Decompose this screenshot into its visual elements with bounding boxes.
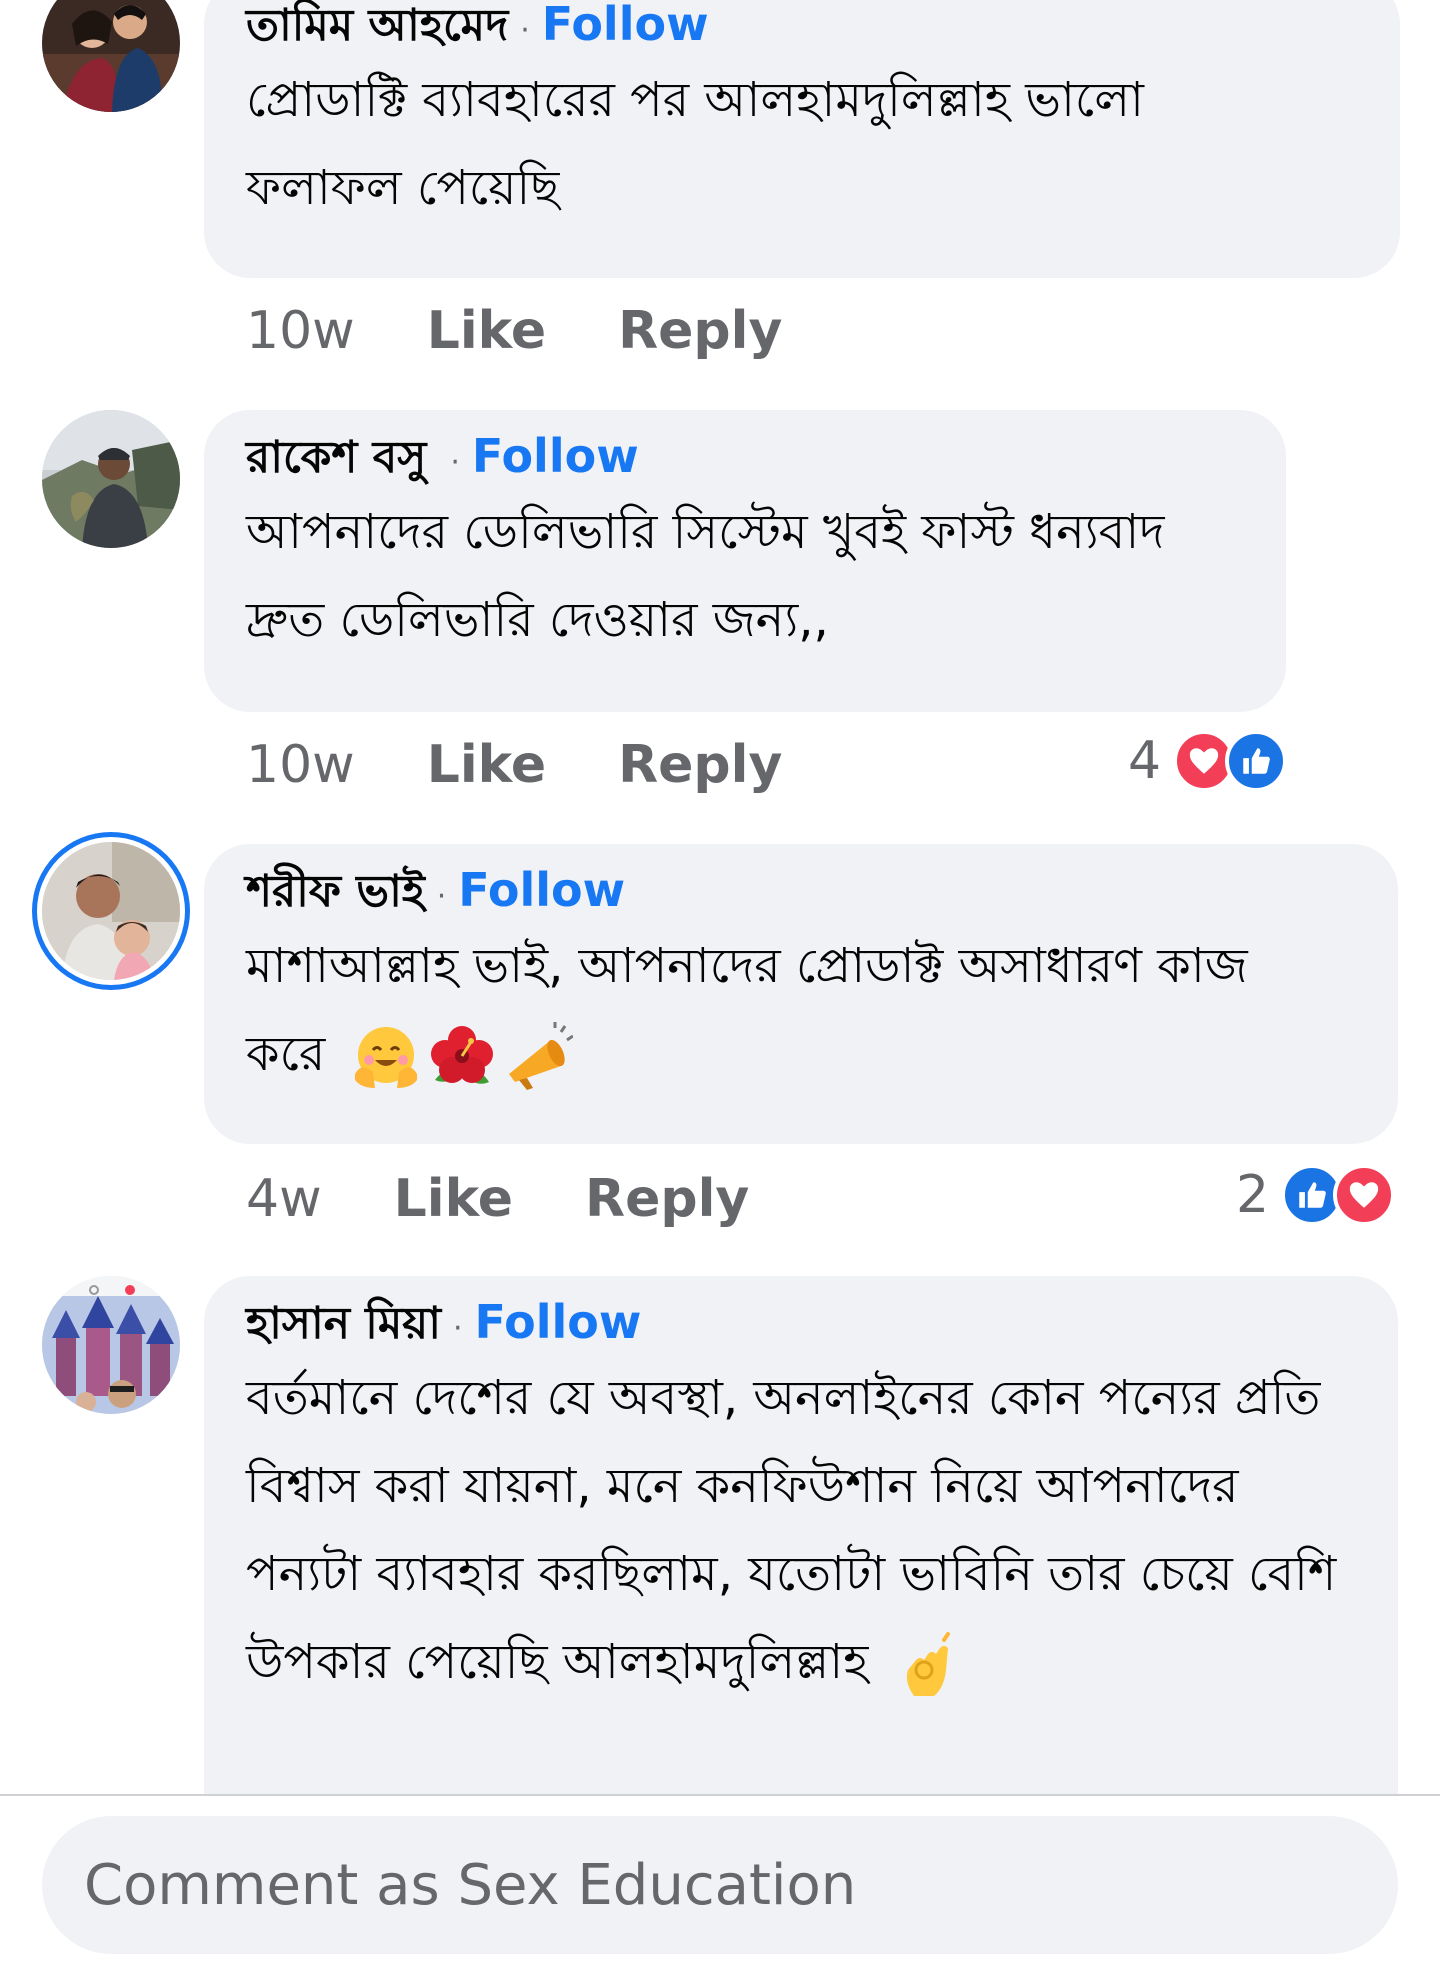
author-name[interactable]: শরীফ ভাই <box>246 860 425 924</box>
separator-dot: · <box>452 1311 463 1346</box>
couple-photo-avatar <box>42 0 180 112</box>
like-button[interactable]: Like <box>394 1169 513 1229</box>
follow-button[interactable]: Follow <box>458 858 625 922</box>
castle-selfie-avatar <box>42 1276 180 1414</box>
comment-header: শরীফ ভাই · Follow <box>246 858 1358 922</box>
comment-text: আপনাদের ডেলিভারি সিস্টেম খুবই ফাস্ট ধন্য… <box>246 504 1165 648</box>
author-name[interactable]: তামিম আহমেদ <box>246 0 508 58</box>
comment-header: রাকেশ বসু · Follow <box>246 424 1246 488</box>
author-name[interactable]: রাকেশ বসু <box>246 426 426 490</box>
separator-dot: · <box>450 445 460 480</box>
avatar[interactable] <box>42 410 180 548</box>
comment-actions: 10w Like Reply <box>246 730 854 800</box>
comment-text: বর্তমানে দেশের যে অবস্থা, অনলাইনের কোন প… <box>246 1354 1346 1706</box>
comment-bubble: হাসান মিয়া · Follow বর্তমানে দেশের যে অ… <box>204 1276 1398 1796</box>
comment-timestamp[interactable]: 4w <box>246 1169 322 1229</box>
like-button[interactable]: Like <box>427 301 546 361</box>
comment-timestamp[interactable]: 10w <box>246 735 355 795</box>
follow-button[interactable]: Follow <box>472 424 639 488</box>
composer-placeholder: Comment as Sex Education <box>84 1852 857 1918</box>
reaction-summary[interactable]: 2 <box>1236 1160 1396 1230</box>
follow-button[interactable]: Follow <box>475 1290 642 1354</box>
ok-hand-emoji <box>894 1630 964 1700</box>
follow-button[interactable]: Follow <box>542 0 709 56</box>
author-name[interactable]: হাসান মিয়া <box>246 1292 441 1356</box>
hugging-face-emoji <box>351 1022 421 1092</box>
avatar[interactable] <box>42 1276 180 1414</box>
composer-divider <box>0 1794 1440 1796</box>
comment-bubble: রাকেশ বসু · Follow আপনাদের ডেলিভারি সিস্… <box>204 410 1286 712</box>
like-reaction-icon <box>1225 730 1288 792</box>
comment-text-content: বর্তমানে দেশের যে অবস্থা, অনলাইনের কোন প… <box>246 1370 1337 1690</box>
reaction-summary[interactable]: 4 <box>1128 726 1288 796</box>
man-with-fish-avatar <box>42 410 180 548</box>
love-reaction-icon <box>1333 1164 1396 1226</box>
emoji-row <box>894 1630 970 1700</box>
comments-feed[interactable]: তামিম আহমেদ · Follow প্রোডাক্টি ব্যাবহার… <box>0 0 1440 1796</box>
avatar[interactable] <box>42 0 180 112</box>
father-child-avatar <box>42 842 180 980</box>
comment-actions: 4w Like Reply <box>246 1164 821 1234</box>
reply-button[interactable]: Reply <box>618 735 782 795</box>
comment-bubble: শরীফ ভাই · Follow মাশাআল্লাহ ভাই, আপনাদে… <box>204 844 1398 1144</box>
reaction-count: 2 <box>1236 1165 1270 1225</box>
separator-dot: · <box>436 879 447 914</box>
comment-composer-input[interactable]: Comment as Sex Education <box>42 1816 1398 1954</box>
reply-button[interactable]: Reply <box>618 301 782 361</box>
comment-text: প্রোডাক্টি ব্যাবহারের পর আলহামদুলিল্লাহ … <box>246 72 1144 216</box>
avatar[interactable] <box>42 842 180 980</box>
comment-header: হাসান মিয়া · Follow <box>246 1290 1358 1354</box>
comment-timestamp[interactable]: 10w <box>246 301 355 361</box>
comment-text: মাশাআল্লাহ ভাই, আপনাদের প্রোডাক্ট অসাধার… <box>246 922 1306 1098</box>
comment-header: তামিম আহমেদ · Follow <box>246 0 1360 56</box>
hibiscus-emoji <box>427 1022 497 1092</box>
comment-actions: 10w Like Reply <box>246 296 854 366</box>
reaction-count: 4 <box>1128 731 1162 791</box>
reply-button[interactable]: Reply <box>585 1169 749 1229</box>
separator-dot: · <box>520 13 530 48</box>
emoji-row <box>351 1022 579 1092</box>
like-button[interactable]: Like <box>427 735 546 795</box>
megaphone-emoji <box>503 1022 573 1092</box>
comment-bubble: তামিম আহমেদ · Follow প্রোডাক্টি ব্যাবহার… <box>204 0 1400 278</box>
